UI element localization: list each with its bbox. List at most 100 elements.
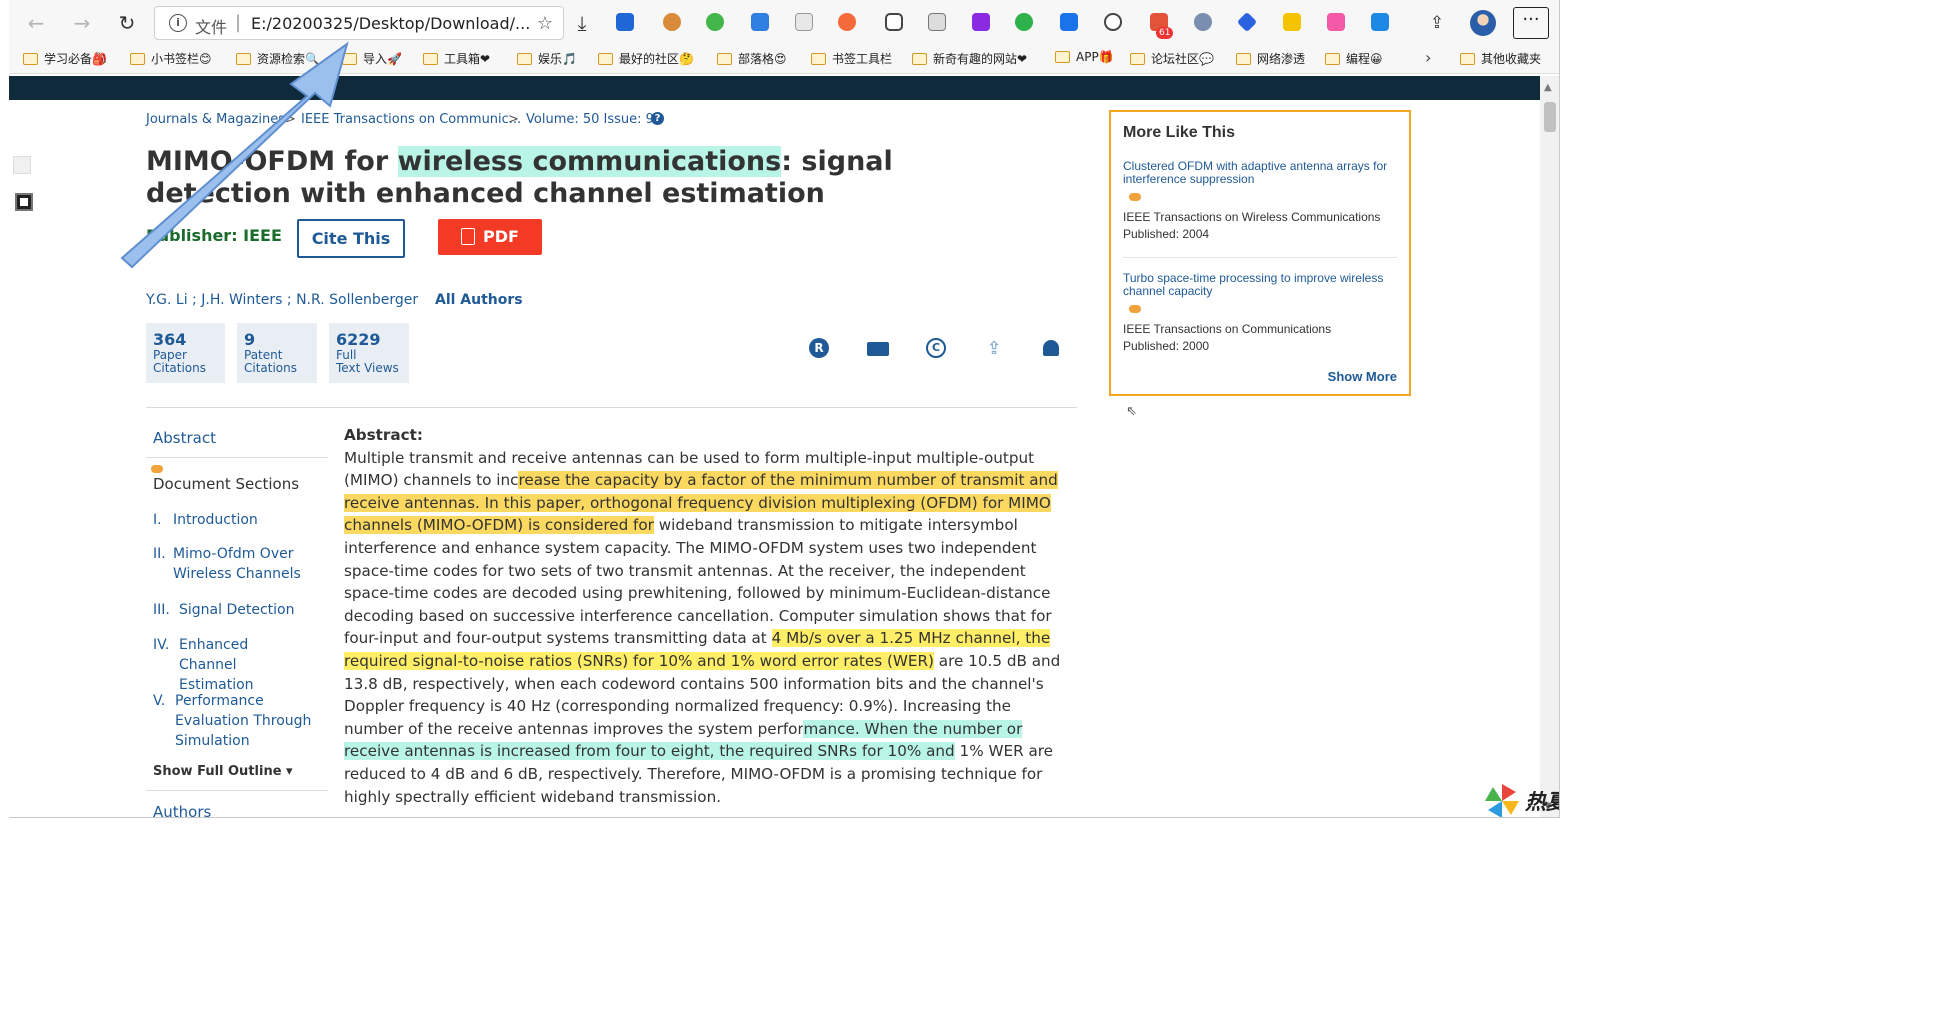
abstract-heading: Abstract:: [344, 426, 424, 444]
rights-icon[interactable]: R: [809, 338, 829, 358]
related-article-title[interactable]: Clustered OFDM with adaptive antenna arr…: [1123, 160, 1397, 186]
bookmark-folder[interactable]: 小书签栏😊: [130, 50, 212, 67]
extension-y-icon[interactable]: [616, 13, 634, 31]
download-icon[interactable]: ⤓: [571, 12, 593, 34]
address-url[interactable]: E:/20200325/Desktop/Download/...: [251, 14, 530, 33]
metric-paper-citations[interactable]: 364 Paper Citations: [146, 323, 225, 383]
cloud-icon[interactable]: [1104, 13, 1122, 31]
section-title: Performance Evaluation Through Simulatio…: [175, 693, 312, 749]
sidenav-section[interactable]: III. Signal Detection: [153, 600, 319, 620]
bookmark-folder[interactable]: 部落格😍: [717, 50, 787, 67]
author-separator: ;: [187, 292, 202, 308]
metric-label: Text Views: [336, 361, 399, 375]
bookmark-folder[interactable]: 导入🚀: [342, 50, 402, 67]
evernote-icon[interactable]: [1015, 13, 1033, 31]
extension-green-circle-icon[interactable]: [706, 13, 724, 31]
bookmark-folder[interactable]: 资源检索🔍: [236, 50, 320, 67]
bookmark-folder[interactable]: 最好的社区🤔: [598, 50, 694, 67]
sidenav-abstract[interactable]: Abstract: [153, 429, 216, 447]
show-more-link[interactable]: Show More: [1328, 369, 1397, 384]
image-icon[interactable]: [15, 193, 33, 211]
browser-toolbar: ← → ↻ i 文件 | E:/20200325/Desktop/Downloa…: [9, 0, 1559, 44]
extension-file-icon[interactable]: [1371, 13, 1389, 31]
sidenav-section[interactable]: IV. Enhanced Channel Estimation: [153, 635, 309, 695]
bookmark-label: 编程😀: [1346, 52, 1383, 66]
folder-icon: [1130, 53, 1145, 65]
folder-icon: [342, 53, 357, 65]
extension-orange-icon[interactable]: [838, 13, 856, 31]
folder-icon: [236, 53, 251, 65]
bookmark-label: 其他收藏夹: [1481, 52, 1542, 66]
bookmark-label: 小书签栏😊: [151, 52, 212, 66]
extension-face-icon[interactable]: [1194, 13, 1212, 31]
alert-bell-icon[interactable]: [1043, 340, 1059, 356]
share-icon[interactable]: ⇪: [984, 338, 1004, 359]
extension-monkey-icon[interactable]: [663, 13, 681, 31]
metric-full-text-views[interactable]: 6229 Full Text Views: [329, 323, 409, 383]
sidenav-divider: [146, 457, 328, 458]
breadcrumb-transactions[interactable]: IEEE Transactions on Communic...: [301, 112, 521, 127]
pinwheel-icon: [1485, 784, 1519, 817]
extension-list-icon[interactable]: [928, 13, 946, 31]
address-bar[interactable]: i 文件 | E:/20200325/Desktop/Download/... …: [154, 6, 564, 40]
bookmark-folder[interactable]: 书签工具栏: [811, 50, 892, 67]
show-full-outline-link[interactable]: Show Full Outline ▾: [153, 764, 293, 779]
cite-this-button[interactable]: Cite This: [297, 219, 405, 258]
page-side-icon[interactable]: [13, 156, 31, 174]
bookmark-folder[interactable]: 娱乐🎵: [517, 50, 577, 67]
onenote-icon[interactable]: [972, 13, 990, 31]
info-icon[interactable]: i: [169, 14, 187, 32]
refresh-icon[interactable]: ↻: [116, 12, 138, 34]
extension-document-icon[interactable]: [795, 13, 813, 31]
breadcrumb-journals[interactable]: Journals & Magazines: [146, 112, 285, 127]
forward-icon[interactable]: →: [71, 12, 93, 34]
sidenav-section[interactable]: V. Performance Evaluation Through Simulat…: [153, 691, 315, 751]
sidenav-section[interactable]: II. Mimo-Ofdm Over Wireless Channels: [153, 544, 313, 584]
breadcrumb-volume[interactable]: Volume: 50 Issue: 9: [526, 112, 654, 127]
pdf-button[interactable]: PDF: [438, 219, 542, 255]
section-title: Introduction: [173, 512, 258, 528]
author-link[interactable]: N.R. Sollenberger: [296, 292, 418, 308]
author-link[interactable]: J.H. Winters: [201, 292, 282, 308]
bookmark-folder[interactable]: 新奇有趣的网站❤: [912, 50, 1027, 67]
extension-blue-icon[interactable]: [751, 13, 769, 31]
copyright-icon[interactable]: C: [926, 338, 946, 358]
extension-w-icon[interactable]: [1327, 13, 1345, 31]
folder-icon: [811, 53, 826, 65]
all-authors-link[interactable]: All Authors: [435, 292, 523, 308]
add-favorite-icon[interactable]: ☆: [537, 13, 553, 34]
scroll-up-icon[interactable]: ▲: [1544, 82, 1552, 93]
email-icon[interactable]: [867, 342, 889, 356]
extension-m-icon[interactable]: [1283, 13, 1301, 31]
author-link[interactable]: Y.G. Li: [146, 292, 188, 308]
related-article-title[interactable]: Turbo space-time processing to improve w…: [1123, 272, 1397, 298]
bookmark-folder[interactable]: 学习必备🎒: [23, 50, 107, 67]
more-options-icon[interactable]: ···: [1513, 7, 1549, 39]
pocket-icon[interactable]: [885, 13, 903, 31]
bookmark-folder[interactable]: APP🎁: [1055, 50, 1114, 64]
sidenav-authors[interactable]: Authors: [153, 803, 211, 817]
section-number: III.: [153, 602, 170, 618]
extension-j-icon[interactable]: [1060, 13, 1078, 31]
bookmark-folder[interactable]: 工具箱❤: [423, 50, 490, 67]
page-scrollbar[interactable]: ▲ ▼: [1540, 76, 1559, 817]
bookmark-folder[interactable]: 其他收藏夹: [1460, 50, 1541, 67]
bookmark-folder[interactable]: 网络渗透: [1236, 50, 1305, 67]
folder-icon: [23, 53, 38, 65]
bookmark-folder[interactable]: 编程😀: [1325, 50, 1383, 67]
sidenav-section[interactable]: I. Introduction: [153, 510, 313, 530]
address-separator: |: [235, 12, 242, 33]
folder-icon: [912, 53, 927, 65]
extension-diamond-icon[interactable]: [1236, 11, 1258, 33]
scroll-thumb[interactable]: [1544, 102, 1556, 132]
chevron-right-icon[interactable]: ›: [1425, 48, 1431, 67]
back-icon[interactable]: ←: [25, 12, 47, 34]
related-article: Clustered OFDM with adaptive antenna arr…: [1123, 160, 1397, 243]
pointer-hand-icon: [1129, 193, 1141, 201]
profile-avatar[interactable]: [1470, 10, 1496, 36]
browser-window: ← → ↻ i 文件 | E:/20200325/Desktop/Downloa…: [9, 0, 1560, 818]
metric-value: 6229: [336, 330, 381, 349]
share-icon[interactable]: ⇪: [1426, 12, 1448, 34]
metric-patent-citations[interactable]: 9 Patent Citations: [237, 323, 317, 383]
bookmark-folder[interactable]: 论坛社区💬: [1130, 50, 1214, 67]
